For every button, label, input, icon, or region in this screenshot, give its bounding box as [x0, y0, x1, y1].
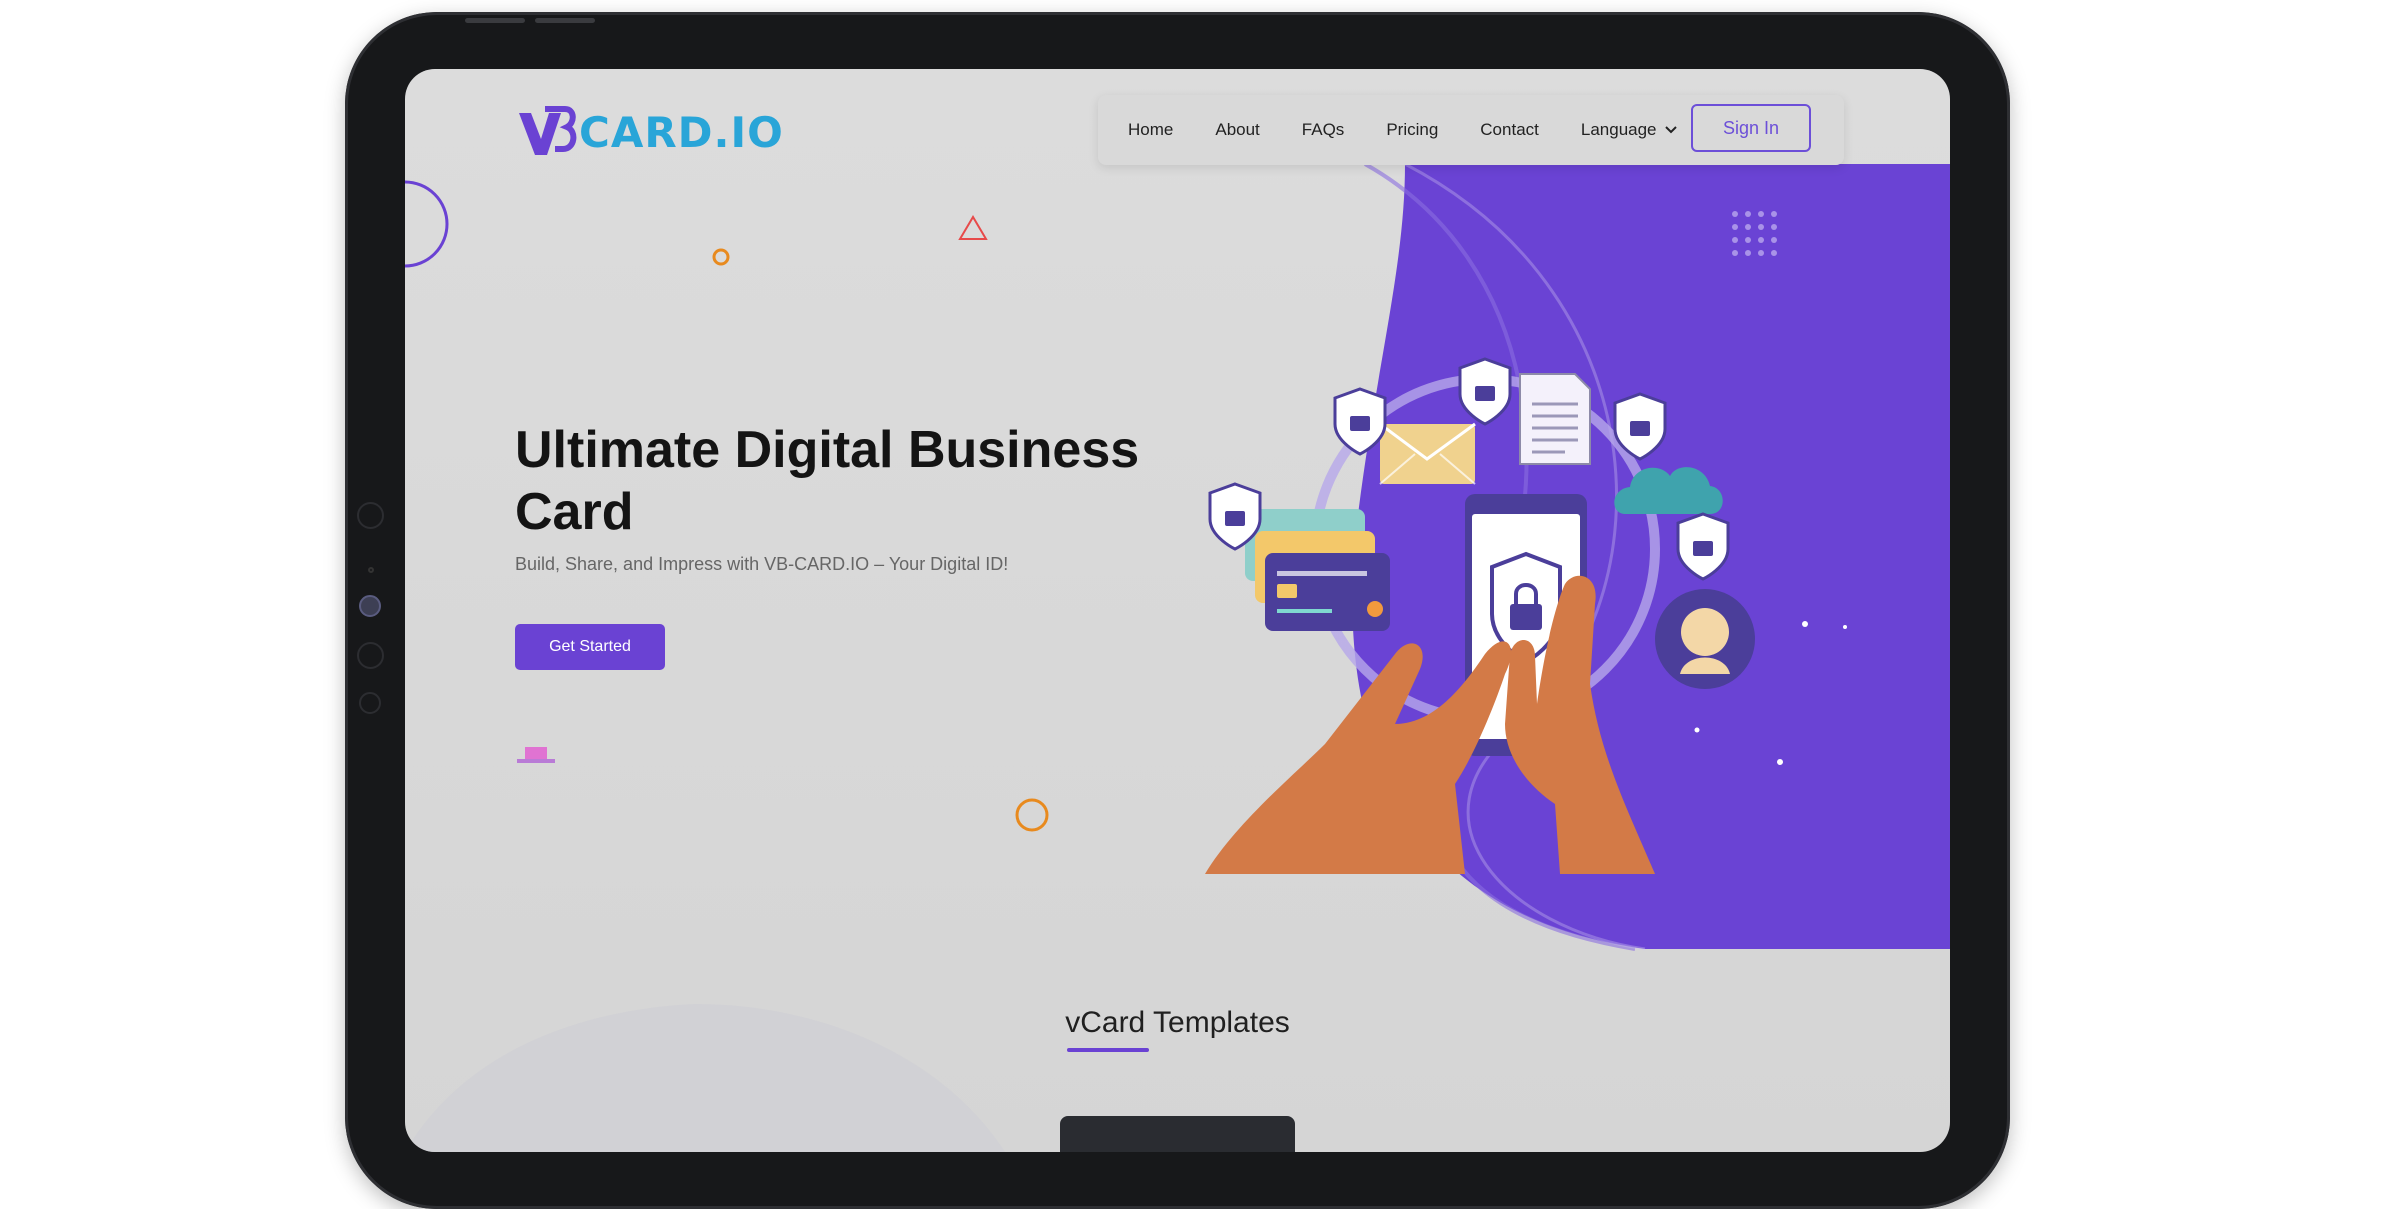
- cloud-icon: [1614, 467, 1723, 514]
- tablet-camera: [359, 595, 381, 617]
- tablet-sensor: [357, 502, 384, 529]
- tablet-sensor: [359, 692, 381, 714]
- hero-subtitle: Build, Share, and Impress with VB-CARD.I…: [515, 554, 1009, 574]
- tablet-sensor: [368, 567, 374, 573]
- section-title: vCard Templates: [1065, 1006, 1290, 1039]
- site-logo[interactable]: CARD.IO: [515, 103, 784, 161]
- nav-link-faqs[interactable]: FAQs: [1302, 120, 1345, 140]
- website-screen: CARD.IO Home About FAQs Pricing Contact …: [405, 69, 1950, 1152]
- template-thumbnail[interactable]: [1060, 1116, 1295, 1152]
- credit-card-icon: [1245, 509, 1390, 631]
- hero-illustration: [1205, 357, 1755, 874]
- nav-link-about[interactable]: About: [1215, 120, 1259, 140]
- nav-link-pricing[interactable]: Pricing: [1386, 120, 1438, 140]
- language-dropdown[interactable]: Language: [1581, 120, 1678, 140]
- top-navigation: Home About FAQs Pricing Contact Language…: [1098, 95, 1844, 165]
- chevron-down-icon: [1664, 126, 1677, 134]
- hero-title: Ultimate Digital Business Card: [515, 421, 1140, 541]
- tablet-sensor: [357, 642, 384, 669]
- sign-in-button[interactable]: Sign In: [1691, 104, 1811, 152]
- user-avatar-icon: [1655, 589, 1755, 689]
- envelope-icon: [1379, 422, 1476, 485]
- nav-link-home[interactable]: Home: [1128, 120, 1173, 140]
- section-title-underline: [1067, 1048, 1149, 1052]
- get-started-button[interactable]: Get Started: [515, 624, 665, 670]
- logo-mark-icon: [519, 106, 577, 155]
- outline-circle-decor: [405, 180, 449, 268]
- document-icon: [1519, 373, 1591, 465]
- nav-link-contact[interactable]: Contact: [1480, 120, 1539, 140]
- tablet-button: [465, 18, 525, 23]
- tablet-button: [535, 18, 595, 23]
- language-label: Language: [1580, 120, 1657, 139]
- logo-text: CARD.IO: [579, 107, 784, 157]
